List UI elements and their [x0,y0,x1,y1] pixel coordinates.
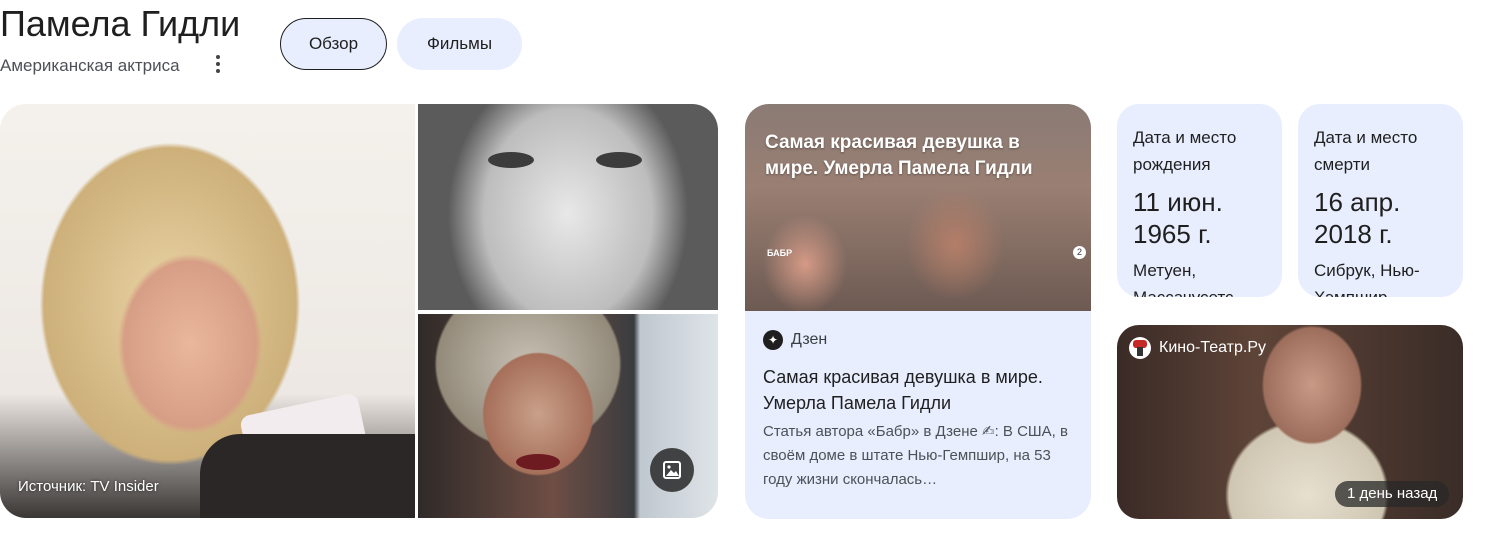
video-time-badge: 1 день назад [1335,481,1450,507]
news-image: Самая красивая девушка в мире. Умерла Па… [745,104,1091,311]
news-image-badge: 2 [1073,246,1086,259]
portrait-photo-bw[interactable] [418,104,718,310]
image-gallery-icon[interactable] [650,448,694,492]
news-card[interactable]: Самая красивая девушка в мире. Умерла Па… [745,104,1091,519]
kino-teatr-logo-icon [1129,337,1151,359]
video-source: Кино-Театр.Ру [1129,337,1266,359]
page-subtitle: Американская актриса [0,56,180,75]
video-card[interactable]: Кино-Театр.Ру 1 день назад [1117,325,1463,519]
news-source: ✦ Дзен [763,330,827,350]
page-title: Памела Гидли [0,3,241,44]
news-title[interactable]: Самая красивая девушка в мире. Умерла Па… [763,364,1073,416]
main-photo[interactable] [0,104,415,518]
birth-date: 11 июн. 1965 г. [1133,187,1223,249]
news-image-tag: БАБР [767,248,793,258]
birth-fact-card[interactable]: Дата и место рождения 11 июн. 1965 г. Ме… [1117,104,1282,297]
news-image-headline: Самая красивая девушка в мире. Умерла Па… [765,132,1033,179]
news-snippet: Статья автора «Бабр» в Дзене ✍: В США, в… [763,423,1068,488]
death-date: 16 апр. 2018 г. [1314,187,1401,249]
birth-label: Дата и место рождения [1133,128,1237,174]
tab-films[interactable]: Фильмы [397,18,522,70]
news-source-label: Дзен [791,331,828,348]
more-options-icon[interactable] [208,52,228,76]
death-label: Дата и место смерти [1314,128,1418,174]
video-source-label: Кино-Театр.Ру [1159,339,1266,356]
tab-overview[interactable]: Обзор [280,18,387,70]
image-source-caption: Источник: TV Insider [18,478,159,495]
birth-place: Метуен, Массачусетс [1133,261,1234,297]
death-fact-card[interactable]: Дата и место смерти 16 апр. 2018 г. Сибр… [1298,104,1463,297]
death-place: Сибрук, Нью-Хэмпшир [1314,261,1420,297]
zen-logo-icon: ✦ [763,330,783,350]
